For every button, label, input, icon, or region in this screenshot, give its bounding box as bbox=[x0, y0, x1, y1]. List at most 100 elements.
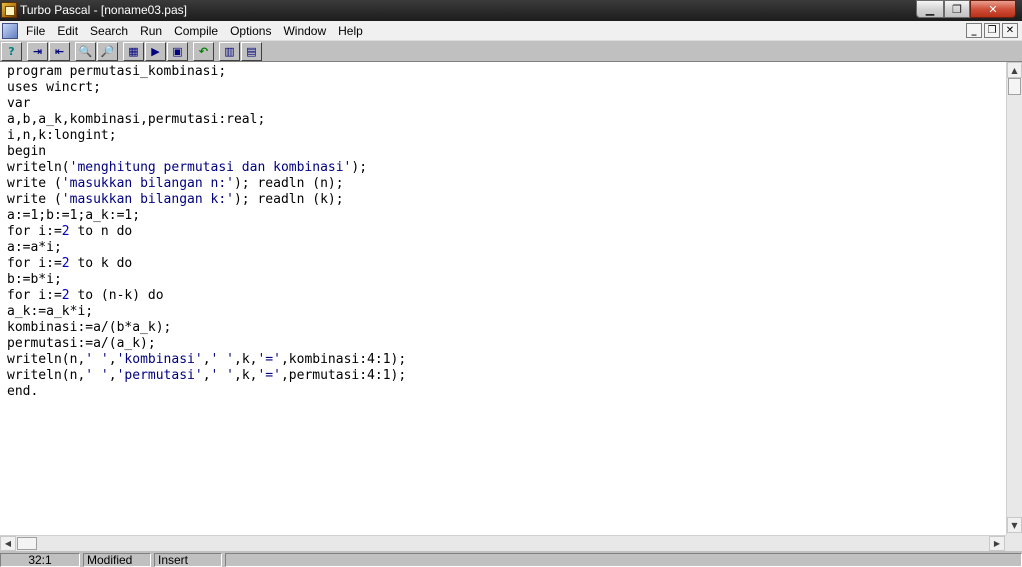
horizontal-scrollbar[interactable]: ◀ ▶ bbox=[0, 535, 1006, 551]
code-token: uses wincrt; bbox=[7, 80, 101, 95]
window-caption-buttons: ▁ ❐ ✕ bbox=[916, 0, 1016, 19]
make-button[interactable]: ▶ bbox=[145, 42, 166, 61]
open-file-button[interactable]: ⇥ bbox=[27, 42, 48, 61]
scroll-up-button[interactable]: ▲ bbox=[1007, 62, 1022, 78]
binary-button[interactable]: ▤ bbox=[241, 42, 262, 61]
number-literal: 2 bbox=[61, 224, 70, 239]
string-literal: 'kombinasi' bbox=[116, 352, 203, 367]
insert-mode-indicator: Insert bbox=[154, 553, 222, 567]
code-token: , bbox=[202, 352, 211, 367]
code-line[interactable]: kombinasi:=a/(b*a_k); bbox=[7, 320, 406, 336]
menu-file[interactable]: File bbox=[20, 23, 51, 39]
code-editor[interactable]: program permutasi_kombinasi; uses wincrt;… bbox=[0, 62, 1006, 535]
find-icon: 🔍 bbox=[78, 45, 93, 58]
code-line[interactable]: for i:=2 to n do bbox=[7, 224, 406, 240]
code-line[interactable]: a:=1;b:=1;a_k:=1; bbox=[7, 208, 406, 224]
scrollbar-corner bbox=[1006, 535, 1022, 551]
status-message bbox=[225, 553, 1022, 567]
string-literal: 'masukkan bilangan n:' bbox=[61, 176, 234, 191]
code-token: ,kombinasi:4:1); bbox=[280, 352, 407, 367]
number-literal: 2 bbox=[61, 256, 70, 271]
code-token: ); readln (k); bbox=[233, 192, 344, 207]
code-token: writeln(n, bbox=[7, 352, 86, 367]
code-token: ,k, bbox=[234, 352, 258, 367]
code-line[interactable]: uses wincrt; bbox=[7, 80, 406, 96]
menu-help[interactable]: Help bbox=[332, 23, 369, 39]
code-line[interactable]: end. bbox=[7, 384, 406, 400]
code-line[interactable]: write ('masukkan bilangan k:'); readln (… bbox=[7, 192, 406, 208]
arrow-right-icon: ▶ bbox=[993, 539, 1001, 548]
code-line[interactable]: begin bbox=[7, 144, 406, 160]
find-button[interactable]: 🔍 bbox=[75, 42, 96, 61]
make-icon: ▶ bbox=[151, 45, 160, 58]
number-literal: 2 bbox=[61, 288, 70, 303]
turbo-pascal-app-icon[interactable] bbox=[1, 2, 17, 18]
minimize-icon: ▁ bbox=[925, 2, 935, 16]
code-token: write ( bbox=[7, 176, 62, 191]
cursor-position: 32:1 bbox=[0, 553, 80, 567]
arrow-left-icon: ◀ bbox=[4, 539, 12, 548]
undo-button[interactable]: ↶ bbox=[193, 42, 214, 61]
build-button[interactable]: ▥ bbox=[219, 42, 240, 61]
source-code[interactable]: program permutasi_kombinasi; uses wincrt;… bbox=[7, 64, 406, 400]
document-system-menu-icon[interactable] bbox=[2, 23, 18, 39]
string-literal: 'permutasi' bbox=[116, 368, 203, 383]
document-restore-button[interactable]: ❐ bbox=[984, 23, 1000, 38]
code-line[interactable]: permutasi:=a/(a_k); bbox=[7, 336, 406, 352]
code-line[interactable]: a:=a*i; bbox=[7, 240, 406, 256]
save-file-button[interactable]: ⇤ bbox=[49, 42, 70, 61]
menu-edit[interactable]: Edit bbox=[51, 23, 84, 39]
vertical-scroll-thumb[interactable] bbox=[1008, 78, 1021, 95]
help-icon: ? bbox=[8, 45, 15, 58]
window-maximize-button[interactable]: ❐ bbox=[944, 0, 970, 18]
string-literal: ' ' bbox=[210, 352, 234, 367]
document-minimize-button[interactable]: _ bbox=[966, 23, 982, 38]
vertical-scrollbar[interactable]: ▲ ▼ bbox=[1006, 62, 1022, 535]
code-line[interactable]: writeln('menghitung permutasi dan kombin… bbox=[7, 160, 406, 176]
code-line[interactable]: writeln(n,' ','kombinasi',' ',k,'=',komb… bbox=[7, 352, 406, 368]
menu-compile[interactable]: Compile bbox=[168, 23, 224, 39]
run-icon: ▣ bbox=[172, 45, 183, 58]
code-line[interactable]: write ('masukkan bilangan n:'); readln (… bbox=[7, 176, 406, 192]
title-bar[interactable]: Turbo Pascal - [noname03.pas] ▁ ❐ ✕ bbox=[0, 0, 1022, 21]
code-line[interactable]: for i:=2 to (n-k) do bbox=[7, 288, 406, 304]
code-token: ,permutasi:4:1); bbox=[280, 368, 407, 383]
menu-options[interactable]: Options bbox=[224, 23, 277, 39]
scroll-down-button[interactable]: ▼ bbox=[1007, 517, 1022, 533]
menu-run[interactable]: Run bbox=[134, 23, 168, 39]
code-line[interactable]: program permutasi_kombinasi; bbox=[7, 64, 406, 80]
window-title: Turbo Pascal - [noname03.pas] bbox=[20, 3, 187, 17]
string-literal: '=' bbox=[257, 368, 281, 383]
code-line[interactable]: b:=b*i; bbox=[7, 272, 406, 288]
run-button[interactable]: ▣ bbox=[167, 42, 188, 61]
save-file-icon: ⇤ bbox=[54, 45, 65, 58]
code-line[interactable]: i,n,k:longint; bbox=[7, 128, 406, 144]
find-next-button[interactable]: 🔎 bbox=[97, 42, 118, 61]
code-line[interactable]: a,b,a_k,kombinasi,permutasi:real; bbox=[7, 112, 406, 128]
horizontal-scroll-thumb[interactable] bbox=[17, 537, 37, 550]
help-button[interactable]: ? bbox=[1, 42, 22, 61]
code-token: , bbox=[108, 352, 117, 367]
compile-button[interactable]: ▦ bbox=[123, 42, 144, 61]
code-token: permutasi:=a/(a_k); bbox=[7, 336, 156, 351]
scroll-left-button[interactable]: ◀ bbox=[0, 536, 16, 551]
menu-window[interactable]: Window bbox=[277, 23, 332, 39]
window-minimize-button[interactable]: ▁ bbox=[916, 0, 944, 18]
scroll-right-button[interactable]: ▶ bbox=[989, 536, 1005, 551]
close-icon: ✕ bbox=[988, 2, 998, 16]
code-line[interactable]: var bbox=[7, 96, 406, 112]
arrow-down-icon: ▼ bbox=[1011, 520, 1018, 530]
window-close-button[interactable]: ✕ bbox=[970, 0, 1016, 18]
string-literal: ' ' bbox=[210, 368, 234, 383]
build-icon: ▥ bbox=[224, 45, 235, 58]
document-close-button[interactable]: ✕ bbox=[1002, 23, 1018, 38]
code-line[interactable]: for i:=2 to k do bbox=[7, 256, 406, 272]
code-line[interactable]: a_k:=a_k*i; bbox=[7, 304, 406, 320]
code-line[interactable]: writeln(n,' ','permutasi',' ',k,'=',perm… bbox=[7, 368, 406, 384]
code-token: ,k, bbox=[234, 368, 258, 383]
code-token: program permutasi_kombinasi; bbox=[7, 64, 227, 79]
code-token: to n do bbox=[69, 224, 133, 239]
code-token: a_k:=a_k*i; bbox=[7, 304, 94, 319]
menu-search[interactable]: Search bbox=[84, 23, 134, 39]
document-caption-buttons: _ ❐ ✕ bbox=[966, 23, 1018, 38]
